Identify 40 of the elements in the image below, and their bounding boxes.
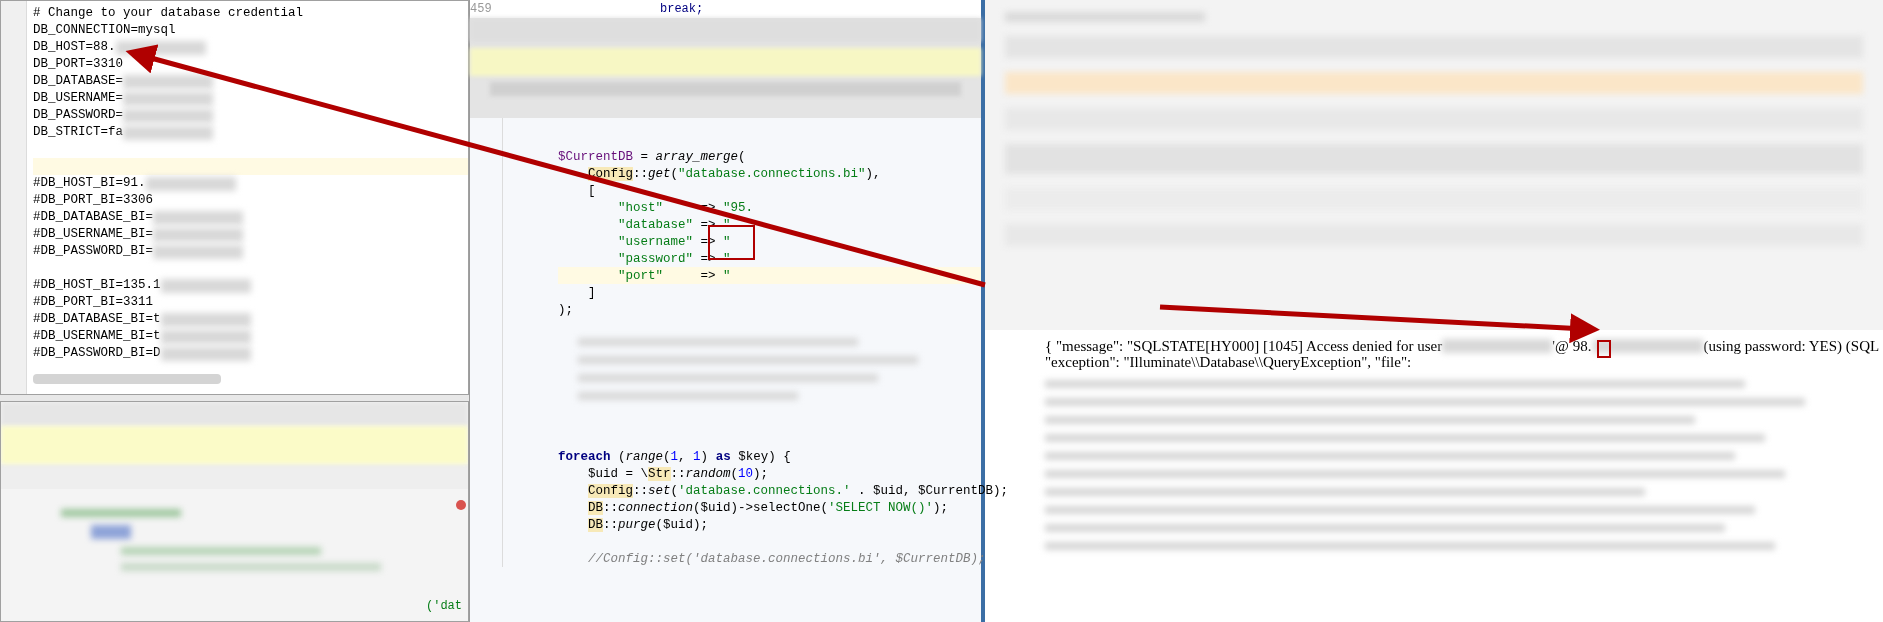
env-line: DB_USERNAME= xyxy=(33,90,123,108)
error-message: '@ xyxy=(1552,338,1569,354)
env-line: #DB_DATABASE_BI= xyxy=(33,209,154,227)
env-line: DB_PORT=3310 xyxy=(33,56,123,74)
error-message: { "message": "SQLSTATE[HY000] [1045] Access denied for user xyxy=(1045,338,1443,354)
env-line: DB_HOST=88. xyxy=(33,39,116,57)
code-line: DB::purge($uid); xyxy=(588,518,709,532)
env-line: #DB_PASSWORD_BI= xyxy=(33,243,154,261)
code-line: [ xyxy=(588,184,596,198)
env-line: DB_DATABASE= xyxy=(33,73,123,91)
code-line: $uid = \Str::random(10); xyxy=(588,467,769,481)
env-line: DB_STRICT=fa xyxy=(33,124,123,142)
code-line: $CurrentDB = array_merge( xyxy=(558,150,746,164)
env-line: #DB_PASSWORD_BI=D xyxy=(33,345,161,363)
line-number: 459 xyxy=(470,1,493,18)
code-line: ); xyxy=(558,303,573,317)
env-line: #DB_HOST_BI=135.1 xyxy=(33,277,161,295)
blurred-content xyxy=(91,525,131,539)
code-line: ] xyxy=(588,286,596,300)
error-message: (using password: YES) (SQL xyxy=(1703,338,1880,354)
env-line: #DB_PORT_BI=3311 xyxy=(33,294,154,312)
env-line: # Change to your database credential xyxy=(33,5,304,23)
env-line: DB_CONNECTION=mysql xyxy=(33,22,176,40)
horizontal-scrollbar[interactable] xyxy=(33,374,221,384)
code-line: DB::connection($uid)->selectOne('SELECT NOW()'); xyxy=(588,501,949,515)
env-line: #DB_HOST_BI=91. xyxy=(33,175,146,193)
env-line: #DB_USERNAME_BI=t xyxy=(33,328,161,346)
error-message: "exception": "Illuminate\\Database\\QueryException", "file": xyxy=(1045,354,1412,370)
error-icon xyxy=(456,500,466,510)
code-line: Config::get("database.connections.bi"), xyxy=(588,167,881,181)
code-line: "port" => " xyxy=(618,269,731,283)
code-line: break; xyxy=(660,1,704,18)
env-line: #DB_PORT_BI=3306 xyxy=(33,192,154,210)
code-line: foreach (range(1, 1) as $key) { xyxy=(558,450,791,464)
code-fragment: ('dat xyxy=(426,598,462,615)
env-line: #DB_DATABASE_BI=t xyxy=(33,311,161,329)
env-line: #DB_USERNAME_BI= xyxy=(33,226,154,244)
highlight-box xyxy=(1597,340,1611,358)
env-line: DB_PASSWORD= xyxy=(33,107,123,125)
error-message: 98. xyxy=(1572,338,1592,354)
